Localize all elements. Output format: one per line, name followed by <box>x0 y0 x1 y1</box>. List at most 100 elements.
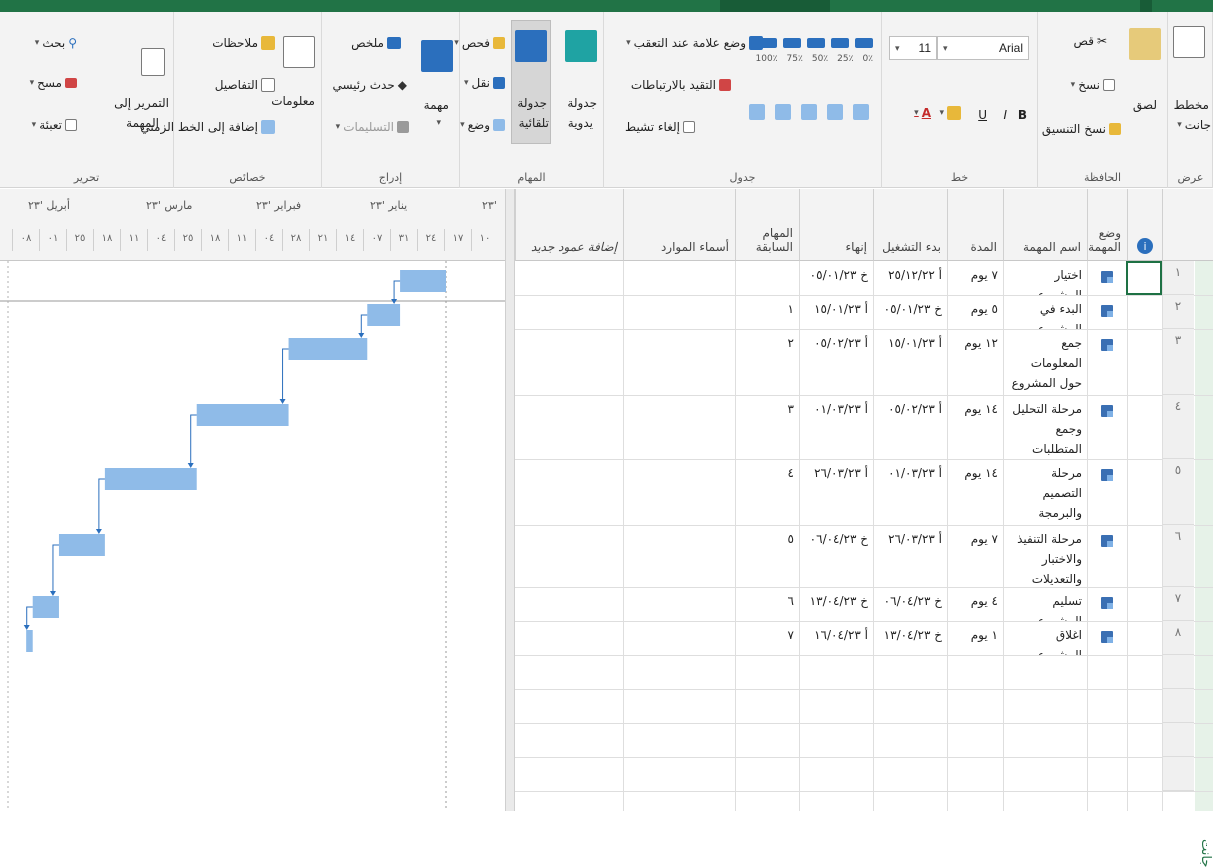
task-name-cell[interactable]: اغلاق المشروع <box>1003 621 1087 655</box>
copy-button[interactable]: نسخ ▾ <box>1071 78 1115 92</box>
manual-schedule-button[interactable] <box>565 30 597 62</box>
task-dropdown[interactable]: ▾ <box>436 118 441 128</box>
font-color-button[interactable]: A ▾ <box>914 106 931 120</box>
notes-button[interactable]: ملاحظات <box>212 36 275 50</box>
italic-button[interactable]: I <box>1003 108 1007 122</box>
paste-button[interactable] <box>1129 28 1161 60</box>
header-corner[interactable] <box>1162 189 1213 261</box>
font-size-select[interactable]: 11 ▾ <box>889 36 937 60</box>
start-cell[interactable]: أ ١٥/٠١/٢٣ <box>873 329 947 395</box>
header-info[interactable]: i <box>1127 189 1162 261</box>
start-cell[interactable]: أ ٠١/٠٣/٢٣ <box>873 459 947 525</box>
task-button[interactable] <box>421 40 453 72</box>
link-tasks-icon[interactable] <box>775 104 791 120</box>
summary-button[interactable]: ملخص <box>351 36 401 50</box>
row-number[interactable]: ٦ <box>1162 525 1194 587</box>
finish-cell[interactable]: أ ٠٥/٠٢/٢٣ <box>799 329 873 395</box>
header-add-column[interactable]: إضافة عمود جديد <box>515 189 623 261</box>
finish-cell[interactable]: خ ٠٥/٠١/٢٣ <box>799 261 873 295</box>
task-name-cell[interactable]: جمع المعلومات حول المشروع <box>1003 329 1087 395</box>
task-name-cell[interactable]: اختيار المشروع <box>1003 261 1087 295</box>
duration-cell[interactable]: ٤ يوم <box>947 587 1003 621</box>
cut-button[interactable]: ✂ قص <box>1074 34 1108 48</box>
start-cell[interactable]: خ ١٣/٠٤/٢٣ <box>873 621 947 655</box>
gantt-bar[interactable] <box>58 534 105 556</box>
start-cell[interactable]: أ ٢٥/١٢/٢٢ <box>873 261 947 295</box>
information-button[interactable] <box>283 36 315 68</box>
gantt-bar[interactable] <box>196 404 289 426</box>
gantt-chart-pane[interactable]: أبريل '٢٣ مارس '٢٣ فبراير '٢٣ يناير '٢٣ … <box>0 189 510 811</box>
pred-cell[interactable]: ٤ <box>735 459 799 525</box>
format-painter-button[interactable]: نسخ التنسيق <box>1042 122 1121 136</box>
percent-25-icon[interactable] <box>831 38 849 48</box>
header-predecessors[interactable]: المهام السابقة <box>735 189 799 261</box>
highlight-button[interactable]: ▾ <box>939 106 961 120</box>
task-name-cell[interactable]: مرحلة التحليل وجمع المتطلبات <box>1003 395 1087 459</box>
gantt-chart-button[interactable] <box>1173 26 1205 58</box>
pred-cell[interactable]: ٥ <box>735 525 799 587</box>
percent-0-icon[interactable] <box>855 38 873 48</box>
inspect-button[interactable]: فحص ▾ <box>454 36 505 50</box>
mode-button[interactable]: وضع ▾ <box>460 118 505 132</box>
percent-50-icon[interactable] <box>807 38 825 48</box>
header-finish[interactable]: إنهاء <box>799 189 873 261</box>
respect-links-icon[interactable] <box>827 104 843 120</box>
task-name-cell[interactable]: تسليم المشروع <box>1003 587 1087 621</box>
start-cell[interactable]: خ ٠٦/٠٤/٢٣ <box>873 587 947 621</box>
finish-cell[interactable]: أ ١٥/٠١/٢٣ <box>799 295 873 329</box>
pred-cell[interactable]: ٦ <box>735 587 799 621</box>
duration-cell[interactable]: ٧ يوم <box>947 525 1003 587</box>
finish-cell[interactable]: أ ٠١/٠٣/٢٣ <box>799 395 873 459</box>
find-button[interactable]: ⚲ بحث ▾ <box>35 36 77 50</box>
row-number[interactable]: ٥ <box>1162 459 1194 525</box>
underline-button[interactable]: U <box>978 108 987 122</box>
header-resources[interactable]: أسماء الموارد <box>623 189 735 261</box>
unlink-tasks-icon[interactable] <box>749 104 765 120</box>
gantt-bar[interactable] <box>288 338 368 360</box>
finish-cell[interactable]: خ ٠٦/٠٤/٢٣ <box>799 525 873 587</box>
split-task-icon[interactable] <box>801 104 817 120</box>
inactivate-button[interactable]: إلغاء تشيط <box>625 120 695 134</box>
font-name-select[interactable]: Arial ▾ <box>937 36 1029 60</box>
gantt-bar[interactable] <box>26 630 33 652</box>
row-number[interactable]: ٨ <box>1162 621 1194 655</box>
duration-cell[interactable]: ١ يوم <box>947 621 1003 655</box>
header-start[interactable]: بدء التشغيل <box>873 189 947 261</box>
start-cell[interactable]: أ ٠٥/٠٢/٢٣ <box>873 395 947 459</box>
start-cell[interactable]: أ ٢٦/٠٣/٢٣ <box>873 525 947 587</box>
row-number[interactable]: ٤ <box>1162 395 1194 459</box>
header-duration[interactable]: المدة <box>947 189 1003 261</box>
row-number[interactable]: ٢ <box>1162 295 1194 329</box>
pred-cell[interactable]: ٢ <box>735 329 799 395</box>
scroll-to-task-button[interactable] <box>141 48 165 76</box>
task-name-cell[interactable]: مرحلة التصميم والبرمجة <box>1003 459 1087 525</box>
finish-cell[interactable]: أ ٢٦/٠٣/٢٣ <box>799 459 873 525</box>
gantt-bar[interactable] <box>32 596 59 618</box>
task-name-cell[interactable]: مرحلة التنفيذ والاختبار والتعديلات <box>1003 525 1087 587</box>
percent-75-icon[interactable] <box>783 38 801 48</box>
duration-cell[interactable]: ١٤ يوم <box>947 459 1003 525</box>
pred-cell[interactable]: ١ <box>735 295 799 329</box>
duration-cell[interactable]: ٥ يوم <box>947 295 1003 329</box>
finish-cell[interactable]: أ ١٦/٠٤/٢٣ <box>799 621 873 655</box>
respect-links-button[interactable]: التقيد بالارتباطات <box>631 78 731 92</box>
bold-button[interactable]: B <box>1018 108 1027 122</box>
row-number[interactable] <box>1162 689 1194 723</box>
details-button[interactable]: التفاصيل <box>215 78 275 92</box>
gantt-bar[interactable] <box>400 270 446 292</box>
duration-cell[interactable]: ٧ يوم <box>947 261 1003 295</box>
duration-cell[interactable]: ١٤ يوم <box>947 395 1003 459</box>
pane-divider[interactable] <box>505 189 515 811</box>
pred-cell[interactable]: ٣ <box>735 395 799 459</box>
mark-on-track-button[interactable]: وضع علامة عند التعقب ▾ <box>626 36 763 50</box>
finish-cell[interactable]: خ ١٣/٠٤/٢٣ <box>799 587 873 621</box>
gantt-bar[interactable] <box>104 468 197 490</box>
clear-button[interactable]: مسح ▾ <box>30 76 77 90</box>
gantt-chart-label-2[interactable]: جانت ▾ <box>1177 118 1211 132</box>
pred-cell[interactable] <box>735 261 799 295</box>
pred-cell[interactable]: ٧ <box>735 621 799 655</box>
row-number[interactable]: ١ <box>1162 261 1194 295</box>
selected-cell[interactable] <box>1126 261 1162 295</box>
move-button[interactable]: نقل ▾ <box>464 76 505 90</box>
header-task-name[interactable]: اسم المهمة <box>1003 189 1087 261</box>
